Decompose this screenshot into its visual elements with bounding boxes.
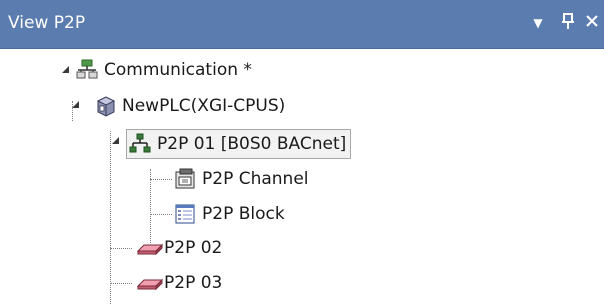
tree-line: [110, 248, 132, 249]
close-icon[interactable]: [582, 12, 602, 34]
tree-item-p2p-block[interactable]: P2P Block: [174, 199, 285, 229]
tree-item-label: P2P 03: [164, 273, 223, 293]
tree-item-p2p-02[interactable]: P2P 02: [136, 233, 222, 263]
tree-item-communication[interactable]: Communication *: [76, 55, 252, 85]
network-topology-icon: [76, 59, 98, 81]
tree-item-p2p-channel[interactable]: P2P Channel: [174, 164, 309, 194]
expand-arrow-icon[interactable]: [62, 66, 69, 73]
tree-item-label: P2P Block: [202, 204, 285, 224]
tree-item-label: P2P Channel: [202, 169, 309, 189]
tree-item-newplc[interactable]: NewPLC(XGI-CPUS): [94, 91, 285, 121]
tree-line: [150, 214, 172, 215]
tree-item-label: NewPLC(XGI-CPUS): [122, 96, 286, 116]
tree-line: [110, 131, 111, 304]
panel-title: View P2P: [8, 13, 86, 33]
tree-item-label: Communication *: [104, 60, 252, 80]
expand-arrow-icon[interactable]: [72, 101, 79, 108]
dropdown-arrow-icon[interactable]: ▼: [528, 12, 548, 34]
tree-item-label: P2P 01 [B0S0 BACnet]: [157, 134, 347, 154]
card-icon: [136, 237, 164, 259]
block-list-icon: [174, 203, 196, 225]
channel-icon: [174, 168, 196, 190]
plc-cube-icon: [94, 95, 116, 117]
pin-icon[interactable]: [558, 12, 578, 34]
tree-item-p2p-03[interactable]: P2P 03: [136, 268, 222, 298]
panel-titlebar: View P2P ▼: [0, 0, 604, 49]
tree-line: [150, 169, 151, 243]
network-tree-icon: [129, 133, 151, 155]
tree-line: [150, 179, 172, 180]
card-icon: [136, 272, 164, 294]
tree-line: [110, 283, 132, 284]
p2p-tree: Communication * NewPLC(XGI-CPUS) P2P 01 …: [0, 49, 604, 304]
tree-item-label: P2P 02: [164, 238, 223, 258]
expand-arrow-icon[interactable]: [112, 137, 119, 144]
tree-item-p2p-01[interactable]: P2P 01 [B0S0 BACnet]: [126, 129, 352, 159]
